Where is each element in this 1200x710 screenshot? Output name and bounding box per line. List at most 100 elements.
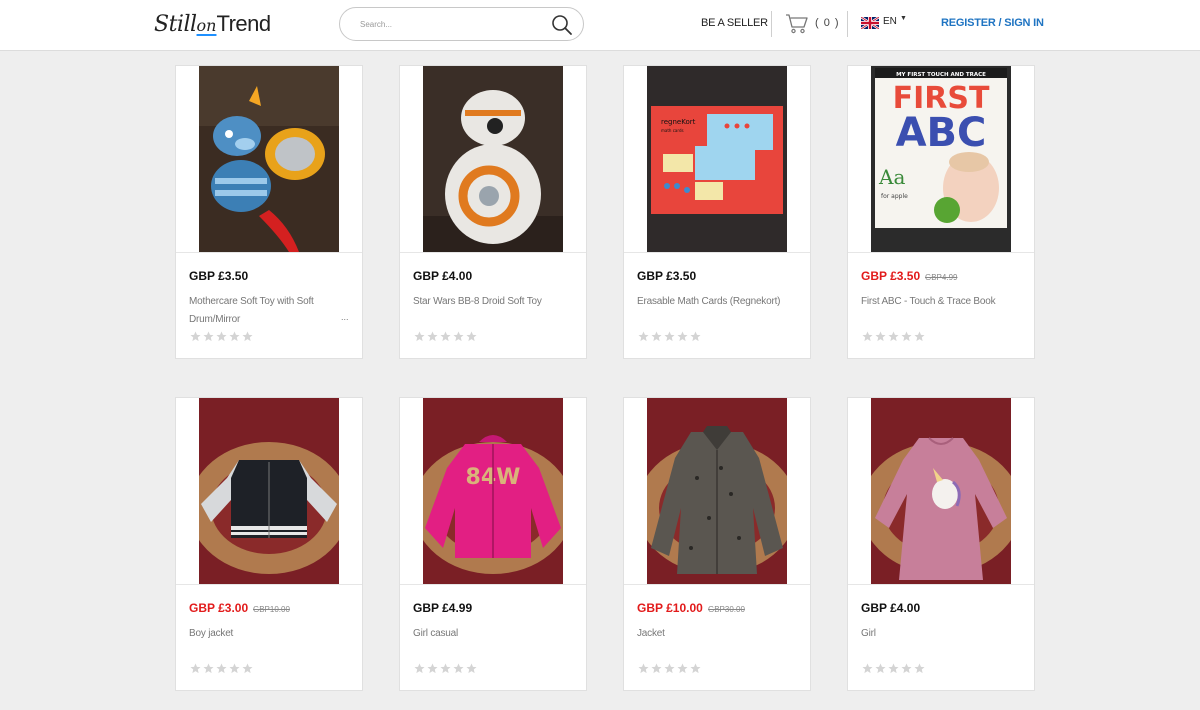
product-image: 84W (423, 398, 563, 584)
product-image (199, 66, 339, 252)
card-divider (848, 584, 1034, 585)
star-icon (229, 663, 240, 674)
star-icon (901, 663, 912, 674)
site-header: StillonTrend BE A SELLER ( 0 ) EN ▼ REGI… (0, 0, 1200, 51)
star-icon (242, 663, 253, 674)
star-icon (453, 331, 464, 342)
product-image (199, 398, 339, 584)
product-name[interactable]: Boy jacket (189, 625, 339, 643)
star-icon (229, 331, 240, 342)
product-name[interactable]: Girl casual (413, 625, 563, 643)
star-icon (651, 331, 662, 342)
star-icon (664, 331, 675, 342)
product-price: GBP £4.00 (413, 269, 473, 283)
card-divider (624, 584, 810, 585)
card-divider (176, 584, 362, 585)
product-name[interactable]: Star Wars BB-8 Droid Soft Toy (413, 293, 563, 311)
math-box-title: regneKort (661, 118, 696, 126)
star-icon (914, 331, 925, 342)
star-icon (203, 663, 214, 674)
original-price: GBP30.00 (708, 605, 745, 614)
rating-stars[interactable] (862, 661, 927, 674)
book-sub: for apple (881, 193, 908, 200)
search-input[interactable] (360, 16, 540, 32)
cart-button[interactable]: ( 0 ) (785, 13, 839, 35)
product-name[interactable]: Erasable Math Cards (Regnekort) (637, 293, 787, 311)
star-icon (690, 331, 701, 342)
product-price: GBP £3.50 (189, 269, 249, 283)
star-icon (638, 331, 649, 342)
star-icon (466, 331, 477, 342)
card-divider (400, 252, 586, 253)
star-icon (690, 663, 701, 674)
math-box-subtitle: math cards (661, 128, 684, 133)
product-card[interactable]: GBP £4.00 Star Wars BB-8 Droid Soft Toy (399, 65, 587, 359)
register-sign-in-link[interactable]: REGISTER / SIGN IN (941, 17, 1044, 29)
product-price: GBP £10.00 (637, 601, 703, 615)
product-card[interactable]: GBP £3.00 GBP10.00 Boy jacket (175, 397, 363, 691)
star-icon (414, 331, 425, 342)
product-price: GBP £3.00 (189, 601, 249, 615)
star-icon (440, 663, 451, 674)
star-icon (888, 331, 899, 342)
product-name[interactable]: First ABC - Touch & Trace Book (861, 293, 1011, 311)
search-box (339, 7, 584, 41)
chevron-down-icon: ▼ (900, 15, 907, 22)
star-icon (216, 331, 227, 342)
site-logo[interactable]: StillonTrend (154, 10, 271, 38)
product-card[interactable]: GBP £4.00 Girl (847, 397, 1035, 691)
star-icon (875, 663, 886, 674)
star-icon (875, 331, 886, 342)
star-icon (414, 663, 425, 674)
cart-count: ( 0 ) (815, 17, 840, 29)
star-icon (427, 331, 438, 342)
more-indicator: ... (341, 312, 349, 322)
star-icon (901, 331, 912, 342)
product-image (647, 398, 787, 584)
product-price: GBP £4.00 (861, 601, 921, 615)
product-card[interactable]: MY FIRST TOUCH AND TRACE FIRST ABC Aa fo… (847, 65, 1035, 359)
star-icon (190, 663, 201, 674)
star-icon (638, 663, 649, 674)
star-icon (862, 331, 873, 342)
rating-stars[interactable] (414, 329, 479, 342)
product-image: regneKort math cards (647, 66, 787, 252)
product-price: GBP £3.50 (637, 269, 697, 283)
product-name[interactable]: Jacket (637, 625, 787, 643)
rating-stars[interactable] (862, 329, 927, 342)
rating-stars[interactable] (638, 661, 703, 674)
star-icon (242, 331, 253, 342)
star-icon (440, 331, 451, 342)
original-price: GBP10.00 (253, 605, 290, 614)
star-icon (862, 663, 873, 674)
star-icon (190, 331, 201, 342)
search-icon[interactable] (551, 14, 573, 36)
cart-icon (786, 14, 808, 34)
product-card[interactable]: 84W GBP £4.99 Girl casual (399, 397, 587, 691)
original-price: GBP4.99 (925, 273, 958, 282)
rating-stars[interactable] (414, 661, 479, 674)
rating-stars[interactable] (638, 329, 703, 342)
uk-flag-icon (861, 17, 879, 29)
card-divider (848, 252, 1034, 253)
star-icon (453, 663, 464, 674)
language-code: EN (883, 16, 897, 27)
star-icon (888, 663, 899, 674)
product-image (871, 398, 1011, 584)
star-icon (664, 663, 675, 674)
book-top-line: MY FIRST TOUCH AND TRACE (896, 72, 986, 78)
product-card[interactable]: GBP £3.50 Mothercare Soft Toy with Soft … (175, 65, 363, 359)
book-letters: Aa (878, 165, 905, 189)
rating-stars[interactable] (190, 661, 255, 674)
be-a-seller-link[interactable]: BE A SELLER (701, 17, 768, 29)
rating-stars[interactable] (190, 329, 255, 342)
product-name[interactable]: Girl (861, 625, 1011, 643)
product-image (423, 66, 563, 252)
product-card[interactable]: GBP £10.00 GBP30.00 Jacket (623, 397, 811, 691)
card-divider (400, 584, 586, 585)
star-icon (914, 663, 925, 674)
header-divider (847, 11, 848, 37)
product-image: MY FIRST TOUCH AND TRACE FIRST ABC Aa fo… (871, 66, 1011, 252)
product-name[interactable]: Mothercare Soft Toy with Soft Drum/Mirro… (189, 293, 339, 329)
product-card[interactable]: regneKort math cards GBP £3.50 Erasable … (623, 65, 811, 359)
